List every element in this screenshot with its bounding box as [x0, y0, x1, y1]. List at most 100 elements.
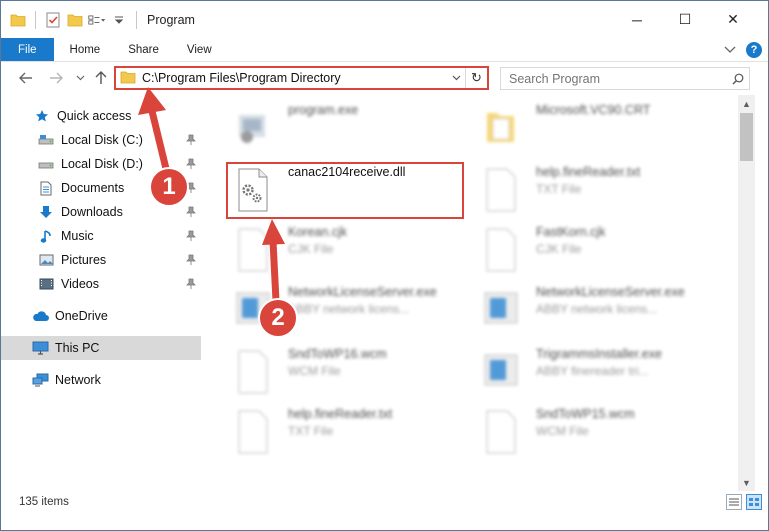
- pin-icon[interactable]: [185, 133, 197, 147]
- file-type: ABBY finereader tri...: [536, 364, 649, 378]
- exe-icon: [239, 115, 265, 143]
- file-name: help.fineReader.txt: [288, 407, 393, 421]
- list-item[interactable]: help.fineReader.txt TXT File: [473, 165, 713, 223]
- folder-icon: [120, 70, 136, 87]
- tiles-view-icon: [749, 498, 759, 506]
- videos-icon: [37, 276, 55, 292]
- address-dropdown-button[interactable]: [447, 73, 465, 84]
- pin-icon[interactable]: [185, 253, 197, 267]
- file-type: TXT File: [536, 182, 582, 196]
- file-type: CJK File: [536, 242, 582, 256]
- help-icon[interactable]: ?: [746, 42, 762, 58]
- file-type: CJK File: [288, 242, 334, 256]
- tiles-view-button[interactable]: [746, 494, 762, 510]
- scroll-up-button[interactable]: ▲: [738, 95, 755, 112]
- text-file-icon: [238, 410, 268, 454]
- search-input[interactable]: [509, 71, 727, 86]
- pin-icon[interactable]: [185, 229, 197, 243]
- list-item[interactable]: NetworkLicenseServer.exe ABBY network li…: [473, 285, 713, 343]
- network-icon: [31, 372, 49, 388]
- expand-ribbon-icon[interactable]: [724, 43, 736, 57]
- new-folder-icon[interactable]: [66, 11, 84, 29]
- close-button[interactable]: ✕: [710, 1, 756, 38]
- back-button[interactable]: [15, 67, 37, 89]
- sidebar-item-label: Network: [55, 373, 101, 387]
- sidebar-item-label: OneDrive: [55, 309, 108, 323]
- minimize-button[interactable]: ─: [614, 1, 660, 38]
- highlight-box: [226, 162, 464, 219]
- chevron-down-icon: [452, 75, 460, 80]
- sidebar-item-quick-access[interactable]: Quick access: [1, 104, 201, 128]
- arrow-right-icon: [50, 72, 63, 84]
- tab-view[interactable]: View: [173, 38, 226, 61]
- pin-icon[interactable]: [185, 157, 197, 171]
- sidebar-item-onedrive[interactable]: OneDrive: [1, 304, 201, 328]
- sidebar-item-label: Local Disk (C:): [61, 133, 143, 147]
- ribbon-right-controls: ?: [724, 38, 762, 62]
- pictures-icon: [37, 252, 55, 268]
- search-icon[interactable]: [727, 73, 749, 85]
- vertical-scrollbar[interactable]: ▲ ▼: [738, 95, 755, 491]
- file-name: NetworkLicenseServer.exe: [288, 285, 437, 299]
- file-name: SndToWP15.wcm: [536, 407, 635, 421]
- customize-toolbar-icon[interactable]: [88, 11, 106, 29]
- sidebar-item-this-pc[interactable]: This PC: [1, 336, 201, 360]
- scroll-down-button[interactable]: ▼: [738, 474, 755, 491]
- text-file-icon: [486, 168, 516, 212]
- sidebar-item-label: Local Disk (D:): [61, 157, 143, 171]
- pin-icon[interactable]: [185, 277, 197, 291]
- recent-locations-button[interactable]: [69, 67, 91, 89]
- file-type: WCM File: [536, 424, 589, 438]
- step-badge-1: 1: [149, 167, 189, 207]
- status-bar: 135 items: [1, 491, 768, 513]
- list-item[interactable]: Microsoft.VC90.CRT: [473, 103, 713, 161]
- list-item[interactable]: Korean.cjk CJK File: [225, 225, 465, 283]
- tab-share[interactable]: Share: [114, 38, 173, 61]
- up-button[interactable]: [90, 67, 112, 89]
- details-view-icon: [729, 498, 739, 506]
- maximize-button[interactable]: ☐: [662, 1, 708, 38]
- file-name: SndToWP16.wcm: [288, 347, 387, 361]
- scrollbar-thumb[interactable]: [740, 113, 753, 161]
- list-item[interactable]: FastKorn.cjk CJK File: [473, 225, 713, 283]
- tab-file[interactable]: File: [1, 38, 54, 61]
- sidebar-item-local-disk-c[interactable]: Local Disk (C:): [1, 128, 201, 152]
- ribbon-tabs: File Home Share View ?: [1, 38, 768, 62]
- tab-home[interactable]: Home: [56, 38, 115, 61]
- item-count: 135 items: [19, 496, 69, 508]
- sidebar-item-music[interactable]: Music: [1, 224, 201, 248]
- details-view-button[interactable]: [726, 494, 742, 510]
- list-item[interactable]: help.fineReader.txt TXT File: [225, 407, 465, 465]
- drive-icon: [37, 132, 55, 148]
- view-buttons: [726, 494, 762, 510]
- file-icon: [238, 350, 268, 394]
- computer-icon: [31, 340, 49, 356]
- list-item[interactable]: SndToWP15.wcm WCM File: [473, 407, 713, 465]
- app-icon: [484, 292, 518, 324]
- documents-icon: [37, 180, 55, 196]
- address-bar[interactable]: C:\Program Files\Program Directory ↻: [114, 66, 489, 90]
- forward-button[interactable]: [45, 67, 67, 89]
- list-item[interactable]: TrigrammsInstaller.exe ABBY finereader t…: [473, 347, 713, 405]
- pin-icon[interactable]: [185, 205, 197, 219]
- sidebar-item-videos[interactable]: Videos: [1, 272, 201, 296]
- navigation-bar: C:\Program Files\Program Directory ↻: [1, 62, 768, 95]
- toolbar-divider: [136, 10, 137, 29]
- folder-icon: [9, 11, 27, 29]
- address-path[interactable]: C:\Program Files\Program Directory: [142, 71, 447, 85]
- folder-icon: [487, 113, 514, 142]
- list-item[interactable]: program.exe: [225, 103, 465, 161]
- search-box[interactable]: [500, 67, 750, 90]
- sidebar-item-network[interactable]: Network: [1, 368, 201, 392]
- refresh-button[interactable]: ↻: [465, 68, 487, 88]
- explorer-window: Program ─ ☐ ✕ File Home Share View ? C:\…: [0, 0, 769, 531]
- step-badge-2: 2: [258, 298, 298, 338]
- file-name: Microsoft.VC90.CRT: [536, 103, 651, 117]
- properties-icon[interactable]: [44, 11, 62, 29]
- file-type: ABBY network licens...: [288, 302, 410, 316]
- file-name: program.exe: [288, 103, 359, 117]
- list-item[interactable]: SndToWP16.wcm WCM File: [225, 347, 465, 405]
- chevron-down-icon[interactable]: [110, 11, 128, 29]
- sidebar-item-label: Quick access: [57, 109, 132, 123]
- sidebar-item-pictures[interactable]: Pictures: [1, 248, 201, 272]
